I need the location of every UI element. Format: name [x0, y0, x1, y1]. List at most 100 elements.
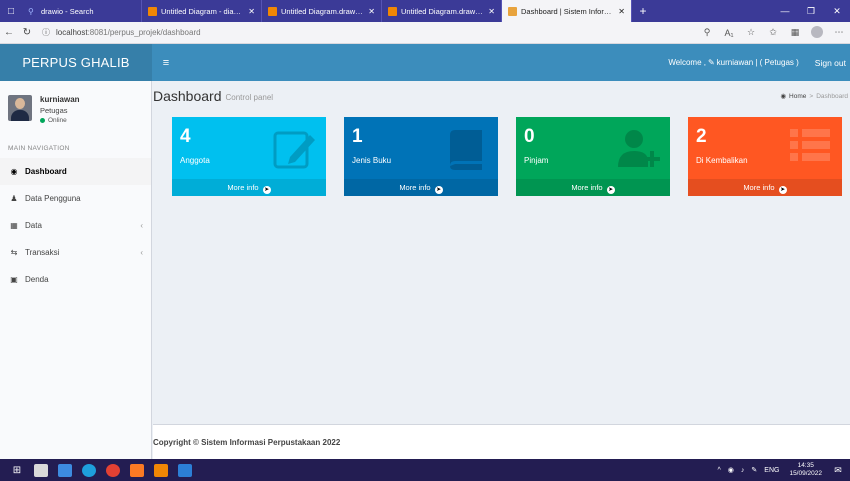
sidebar-item-denda[interactable]: ▣ Denda [0, 266, 151, 293]
search-icon: ⚲ [28, 6, 34, 16]
data-icon: ▦ [10, 221, 18, 230]
page-subtitle: Control panel [225, 93, 274, 102]
main-header: PERPUS GHALIB ≡ Welcome , ✎ kurniawan | … [0, 44, 850, 81]
user-plus-icon [618, 130, 660, 167]
user-role: Petugas [40, 106, 68, 115]
volume-icon[interactable]: ♪ [741, 467, 745, 474]
browser-tab-bar: □ ⚲ drawio - Search Untitled Diagram - d… [0, 0, 850, 22]
small-box-pinjam: 0 Pinjam More info ➤ [516, 117, 670, 196]
clock[interactable]: 14:35 15/09/2022 [789, 462, 822, 478]
favorite-icon[interactable]: ☆ [740, 27, 762, 38]
site-favicon-icon [508, 6, 517, 16]
small-box-di-kembalikan: 2 Di Kembalikan More info ➤ [688, 117, 842, 196]
edit-icon: ✎ [707, 58, 715, 67]
dashboard-icon: ◉ [780, 93, 787, 100]
pen-icon[interactable]: ✎ [751, 466, 757, 474]
small-box-jenis-buku: 1 Jenis Buku More info ➤ [344, 117, 498, 196]
close-window-icon[interactable]: ✕ [824, 6, 850, 17]
sidebar-item-label: Data [25, 221, 42, 230]
user-name: kurniawan [40, 95, 80, 104]
search-page-icon[interactable]: ⚲ [696, 27, 718, 38]
info-icon[interactable]: ⓘ [42, 27, 50, 38]
sign-out-link[interactable]: Sign out [815, 58, 846, 68]
close-tab-icon[interactable]: ✕ [368, 7, 375, 16]
sidebar-item-transaksi[interactable]: ⇆ Transaksi ‹ [0, 239, 151, 266]
sidebar-item-label: Transaksi [25, 248, 60, 257]
photos-icon[interactable] [178, 463, 192, 477]
minimize-icon[interactable]: — [772, 6, 798, 17]
more-info-link[interactable]: More info ➤ [516, 179, 670, 196]
xampp-icon[interactable] [130, 463, 144, 477]
network-icon[interactable]: ◉ [728, 466, 734, 474]
notification-icon[interactable]: ✉ [830, 465, 846, 476]
browser-tab-drawio-2[interactable]: Untitled Diagram.drawio - d ✕ [262, 0, 382, 22]
chevron-left-icon: ‹ [140, 248, 143, 257]
drawio-icon [388, 6, 397, 16]
windows-start-icon[interactable]: ⊞ [10, 464, 24, 477]
chevron-left-icon: ‹ [140, 221, 143, 230]
browser-tab-dashboard[interactable]: Dashboard | Sistem Informasi ✕ [502, 0, 632, 22]
nav-header: MAIN NAVIGATION [8, 145, 70, 152]
more-menu-icon[interactable]: ⋯ [828, 27, 850, 38]
sidebar-item-label: Data Pengguna [25, 194, 81, 203]
close-tab-icon[interactable]: ✕ [248, 7, 255, 16]
browser-tab-search[interactable]: ⚲ drawio - Search [22, 0, 142, 22]
online-dot-icon [40, 118, 45, 123]
chrome-browser-icon[interactable] [106, 463, 120, 477]
copyright-text: Copyright © Sistem Informasi Perpustakaa… [153, 437, 341, 447]
file-explorer-icon[interactable] [34, 463, 48, 477]
url-host: localhost [56, 28, 88, 37]
sidebar-item-data[interactable]: ▦ Data ‹ [0, 212, 151, 239]
more-info-link[interactable]: More info ➤ [172, 179, 326, 196]
url-field[interactable]: ⓘ localhost:8081/perpus_projek/dashboard [42, 27, 201, 38]
back-arrow-icon[interactable]: ← [0, 27, 18, 38]
language-indicator[interactable]: ENG [764, 467, 779, 474]
close-tab-icon[interactable]: ✕ [618, 7, 625, 16]
sidebar-item-data-pengguna[interactable]: ♟ Data Pengguna [0, 185, 151, 212]
profile-avatar[interactable] [806, 25, 828, 40]
small-box-anggota: 4 Anggota More info ➤ [172, 117, 326, 196]
sidebar: kurniawan Petugas Online MAIN NAVIGATION… [0, 81, 152, 459]
new-tab-button[interactable]: + [632, 4, 654, 18]
chevron-up-icon[interactable]: ^ [718, 467, 721, 474]
drawio-icon [148, 6, 157, 16]
page-title: Dashboard [153, 88, 222, 104]
more-info-link[interactable]: More info ➤ [688, 179, 842, 196]
sidebar-item-dashboard[interactable]: ◉ Dashboard [0, 158, 151, 185]
breadcrumb-home[interactable]: Home [789, 93, 806, 100]
arrow-circle-right-icon: ➤ [434, 186, 443, 194]
clock-date: 15/09/2022 [789, 470, 822, 477]
maximize-icon[interactable]: ❐ [798, 6, 824, 17]
close-tab-icon[interactable]: ✕ [488, 7, 495, 16]
exchange-icon: ⇆ [10, 248, 18, 257]
window-controls: — ❐ ✕ [772, 6, 850, 17]
browser-toolbar: ⚲ A₁ ☆ ✩ ▦ ⋯ [696, 25, 850, 40]
content-header: Dashboard Control panel ◉ Home > Dashboa… [153, 81, 850, 111]
browser-tab-drawio-1[interactable]: Untitled Diagram - diagrams ✕ [142, 0, 262, 22]
refresh-icon[interactable]: ↻ [18, 27, 36, 38]
breadcrumb-current: Dashboard [816, 92, 848, 100]
sidebar-item-label: Denda [25, 275, 49, 284]
clock-time: 14:35 [797, 462, 814, 469]
arrow-circle-right-icon: ➤ [778, 186, 787, 194]
sidebar-toggle-icon[interactable]: ≡ [152, 57, 180, 69]
browser-tab-drawio-3[interactable]: Untitled Diagram.drawio - d ✕ [382, 0, 502, 22]
read-aloud-icon[interactable]: A₁ [718, 28, 740, 38]
taskbar: ⊞ ^ ◉ ♪ ✎ ENG 14:35 15/09/2022 ✉ [0, 459, 850, 481]
avatar [8, 95, 32, 121]
list-icon [790, 129, 830, 161]
money-icon: ▣ [10, 275, 18, 284]
window-menu-icon[interactable]: □ [0, 0, 22, 22]
user-icon: ♟ [10, 194, 18, 203]
content-wrapper: Dashboard Control panel ◉ Home > Dashboa… [153, 81, 850, 424]
drawio-app-icon[interactable] [154, 463, 168, 477]
user-profile-link[interactable]: kurniawan | ( Petugas ) [717, 58, 799, 67]
folder-icon[interactable] [58, 463, 72, 477]
app-logo[interactable]: PERPUS GHALIB [0, 44, 152, 81]
breadcrumb: ◉ Home > Dashboard [780, 92, 848, 101]
edge-browser-icon[interactable] [82, 463, 96, 477]
favorites-list-icon[interactable]: ✩ [762, 27, 784, 38]
more-info-link[interactable]: More info ➤ [344, 179, 498, 196]
collections-icon[interactable]: ▦ [784, 27, 806, 38]
page-footer: Copyright © Sistem Informasi Perpustakaa… [153, 424, 850, 459]
